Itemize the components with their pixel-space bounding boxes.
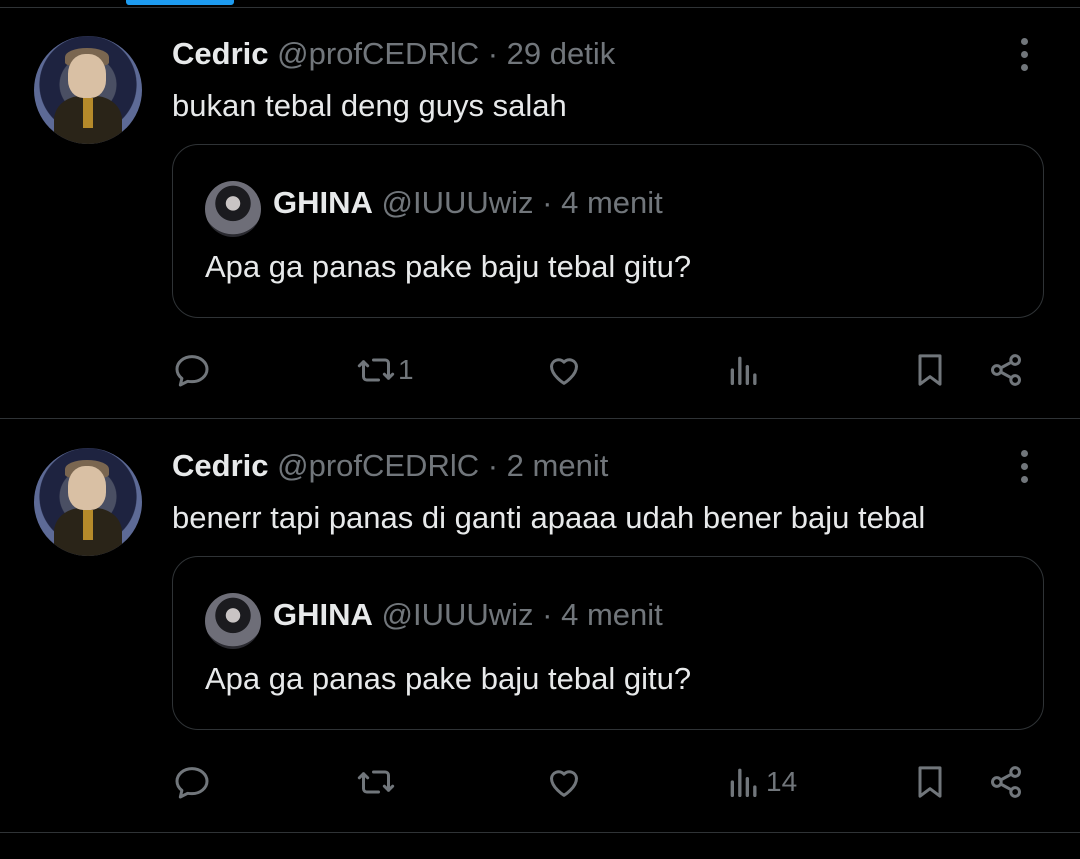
avatar — [205, 181, 261, 237]
tweet-header: Cedric @profCEDRlC · 29 detik — [172, 36, 615, 72]
reply-icon — [175, 355, 209, 387]
quoted-tweet[interactable]: GHINA @IUUUwiz · 4 menit Apa ga panas pa… — [172, 556, 1044, 730]
views-count: 14 — [766, 766, 798, 797]
more-icon[interactable] — [1012, 38, 1036, 74]
action-bar: 14 — [172, 758, 1032, 806]
quote-text: Apa ga panas pake baju tebal gitu? — [205, 249, 692, 284]
like-button[interactable] — [544, 346, 586, 394]
handle: @IUUUwiz — [381, 185, 534, 220]
avatar[interactable] — [34, 36, 142, 144]
timestamp[interactable]: · 29 detik — [488, 36, 616, 71]
like-button[interactable] — [544, 758, 586, 806]
share-button[interactable] — [986, 346, 1026, 394]
tweet[interactable]: Cedric @profCEDRlC · 2 menit benerr tapi… — [0, 420, 1080, 833]
views-icon — [730, 356, 757, 385]
bookmark-button[interactable] — [910, 346, 950, 394]
quote-text: Apa ga panas pake baju tebal gitu? — [205, 661, 692, 696]
tweet-header: Cedric @profCEDRlC · 2 menit — [172, 448, 608, 484]
display-name[interactable]: Cedric — [172, 448, 268, 483]
handle[interactable]: @profCEDRlC — [277, 36, 479, 71]
tab-indicator — [126, 0, 234, 5]
views-icon — [730, 768, 757, 797]
handle[interactable]: @profCEDRlC — [277, 448, 479, 483]
bookmark-button[interactable] — [910, 758, 950, 806]
timestamp: · 4 menit — [542, 597, 663, 632]
bookmark-icon — [918, 766, 942, 798]
reply-icon — [175, 767, 209, 799]
reply-button[interactable] — [172, 346, 214, 394]
display-name: GHINA — [273, 185, 373, 220]
handle: @IUUUwiz — [381, 597, 534, 632]
like-icon — [550, 358, 578, 385]
more-icon[interactable] — [1012, 450, 1036, 486]
tweet-text: bukan tebal deng guys salah — [172, 88, 567, 123]
views-button[interactable]: 14 — [724, 758, 797, 806]
share-icon — [991, 766, 1021, 798]
display-name[interactable]: Cedric — [172, 36, 268, 71]
quote-header: GHINA @IUUUwiz · 4 menit — [273, 597, 663, 633]
avatar[interactable] — [34, 448, 142, 556]
timestamp[interactable]: · 2 menit — [488, 448, 609, 483]
views-button[interactable] — [724, 346, 766, 394]
bookmark-icon — [918, 354, 942, 386]
tweet-text: benerr tapi panas di ganti apaaa udah be… — [172, 500, 926, 535]
avatar — [205, 593, 261, 649]
quote-header: GHINA @IUUUwiz · 4 menit — [273, 185, 663, 221]
tweet[interactable]: Cedric @profCEDRlC · 29 detik bukan teba… — [0, 8, 1080, 419]
share-button[interactable] — [986, 758, 1026, 806]
retweet-button[interactable]: 1 — [356, 346, 414, 394]
quoted-tweet[interactable]: GHINA @IUUUwiz · 4 menit Apa ga panas pa… — [172, 144, 1044, 318]
timestamp: · 4 menit — [542, 185, 663, 220]
action-bar: 1 — [172, 346, 1032, 394]
like-icon — [550, 770, 578, 797]
reply-button[interactable] — [172, 758, 214, 806]
retweet-icon — [357, 770, 395, 794]
display-name: GHINA — [273, 597, 373, 632]
share-icon — [991, 354, 1021, 386]
retweet-button[interactable] — [356, 758, 398, 806]
retweet-count: 1 — [398, 354, 414, 385]
retweet-icon — [357, 358, 395, 382]
